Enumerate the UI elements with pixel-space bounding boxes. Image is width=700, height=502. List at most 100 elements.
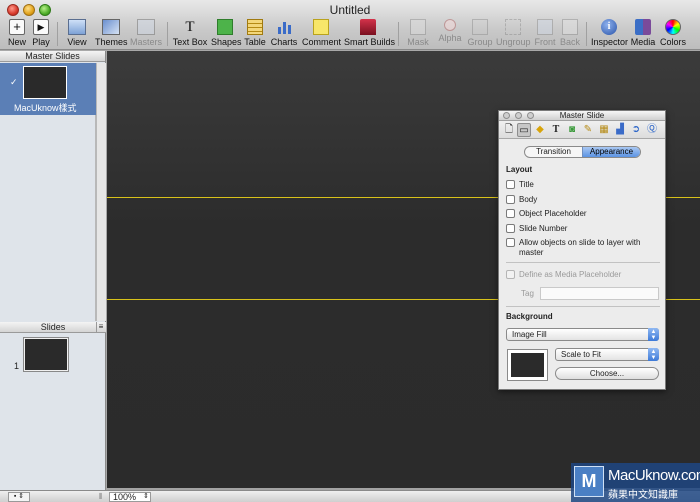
body-checkbox-row[interactable]: Body (506, 195, 537, 204)
allow-objects-checkbox[interactable] (506, 238, 515, 247)
document-inspector-icon[interactable]: 🗋 (502, 123, 516, 137)
shapes-button[interactable]: Shapes (211, 19, 242, 48)
divider (506, 306, 660, 307)
slide-navigator: Master Slides ✓ MacUknow樣式 Slides ≡ 1 (0, 51, 106, 490)
image-fill-well[interactable] (507, 349, 548, 381)
hyperlink-inspector-icon[interactable]: ➲ (629, 123, 643, 137)
slides-header: Slides ≡ (0, 322, 106, 333)
background-section-title: Background (506, 312, 553, 321)
inspector-button[interactable]: i Inspector (591, 19, 628, 48)
divider (506, 262, 660, 263)
title-checkbox-row[interactable]: Title (506, 180, 534, 189)
view-options-button[interactable]: ▪ ⇕ (8, 492, 30, 502)
masters-button[interactable]: Masters (130, 19, 162, 48)
themes-icon (102, 19, 120, 35)
themes-button[interactable]: Themes (95, 19, 128, 48)
slide-number-label: Slide Number (519, 224, 568, 233)
allow-objects-checkbox-row[interactable]: Allow objects on slide to layer with mas… (506, 238, 646, 258)
media-icon (635, 19, 651, 35)
inspector-title: Master Slide (559, 111, 605, 120)
object-placeholder-checkbox[interactable] (506, 209, 515, 218)
split-handle-icon[interactable]: ⦀ (99, 492, 103, 502)
comment-button[interactable]: Comment (302, 19, 341, 48)
text-inspector-icon[interactable]: T (549, 123, 563, 137)
title-checkbox[interactable] (506, 180, 515, 189)
smart-builds-icon (360, 19, 376, 35)
media-button[interactable]: Media (630, 19, 656, 48)
scale-mode-popup[interactable]: Scale to Fit ▲ ▼ (555, 348, 659, 361)
play-icon: ▶ (33, 19, 49, 35)
tab-appearance[interactable]: Appearance (582, 147, 640, 157)
masters-icon (137, 19, 155, 35)
transition-appearance-segmented: Transition Appearance (524, 146, 641, 158)
colors-button[interactable]: Colors (659, 19, 687, 48)
inspector-zoom-button[interactable] (527, 112, 534, 119)
mask-icon (410, 19, 426, 35)
inspector-panel: Master Slide 🗋 ▭ ◆ T ◙ ✎ ▦ ▟ ➲ Ⓠ Transit… (498, 110, 666, 390)
shapes-icon (217, 19, 233, 35)
inspector-tab-bar: 🗋 ▭ ◆ T ◙ ✎ ▦ ▟ ➲ Ⓠ (499, 121, 665, 139)
view-icon (68, 19, 86, 35)
media-placeholder-checkbox[interactable] (506, 270, 515, 279)
slides-menu-button[interactable]: ≡ (96, 322, 105, 332)
text-box-button[interactable]: T Text Box (172, 19, 208, 48)
body-checkbox[interactable] (506, 195, 515, 204)
ungroup-button[interactable]: Ungroup (496, 19, 531, 48)
object-placeholder-checkbox-row[interactable]: Object Placeholder (506, 209, 587, 218)
master-slide-item[interactable]: ✓ MacUknow樣式 (0, 63, 96, 115)
zoom-select[interactable]: 100% ⇕ (109, 492, 151, 502)
view-button[interactable]: View (64, 19, 90, 48)
build-inspector-icon[interactable]: ◆ (533, 123, 547, 137)
play-button[interactable]: ▶ Play (30, 19, 52, 48)
media-placeholder-checkbox-row[interactable]: Define as Media Placeholder (506, 270, 621, 279)
body-checkbox-label: Body (519, 195, 538, 204)
color-wheel-icon (665, 19, 681, 35)
slide-inspector-icon[interactable]: ▭ (517, 123, 531, 137)
slide-number-checkbox-row[interactable]: Slide Number (506, 224, 567, 233)
bring-front-icon (537, 19, 553, 35)
tab-transition[interactable]: Transition (525, 147, 582, 157)
table-button[interactable]: Table (243, 19, 267, 48)
inspector-close-button[interactable] (503, 112, 510, 119)
plus-icon: + (9, 19, 25, 35)
charts-button[interactable]: Charts (270, 19, 298, 48)
master-slides-header: Master Slides (0, 51, 105, 62)
master-slide-label: MacUknow樣式 (14, 103, 77, 113)
macuknow-logo-icon: M (574, 466, 604, 497)
master-list-scrollbar[interactable] (96, 63, 106, 321)
new-button[interactable]: + New (6, 19, 28, 48)
watermark-subtitle: 蘋果中文知識庫 (608, 490, 678, 501)
chart-inspector-icon[interactable]: ▟ (613, 123, 627, 137)
zoom-value: 100% (113, 492, 137, 502)
object-placeholder-label: Object Placeholder (519, 209, 587, 218)
slide-thumbnail (24, 338, 68, 371)
slide-number-checkbox[interactable] (506, 224, 515, 233)
slide-item[interactable]: 1 (0, 335, 96, 375)
alpha-button[interactable]: Alpha (436, 19, 464, 48)
window-toolbar: Untitled + New ▶ Play View Themes Master… (0, 0, 700, 50)
front-button[interactable]: Front (533, 19, 557, 48)
graphic-inspector-icon[interactable]: ◙ (565, 123, 579, 137)
quicktime-inspector-icon[interactable]: Ⓠ (645, 123, 659, 137)
group-icon (472, 19, 488, 35)
watermark: M MacUknow.com 蘋果中文知識庫 (571, 463, 700, 502)
table-icon (247, 19, 263, 35)
layout-section-title: Layout (506, 165, 533, 174)
slides-header-label: Slides (40, 322, 66, 332)
choose-button[interactable]: Choose... (555, 367, 659, 380)
master-slide-thumbnail (23, 66, 67, 99)
group-button[interactable]: Group (466, 19, 494, 48)
inspector-minimize-button[interactable] (515, 112, 522, 119)
info-icon: i (601, 19, 617, 35)
fill-type-popup[interactable]: Image Fill ▲ ▼ (506, 328, 659, 341)
image-fill-preview (511, 353, 544, 377)
table-inspector-icon[interactable]: ▦ (597, 123, 611, 137)
bar-chart-icon (276, 19, 292, 35)
mask-button[interactable]: Mask (405, 19, 431, 48)
media-placeholder-label: Define as Media Placeholder (519, 270, 622, 279)
scale-mode-value: Scale to Fit (561, 350, 602, 359)
metrics-inspector-icon[interactable]: ✎ (581, 123, 595, 137)
back-button[interactable]: Back (559, 19, 581, 48)
smart-builds-button[interactable]: Smart Builds (344, 19, 395, 48)
tag-input[interactable] (540, 287, 659, 300)
